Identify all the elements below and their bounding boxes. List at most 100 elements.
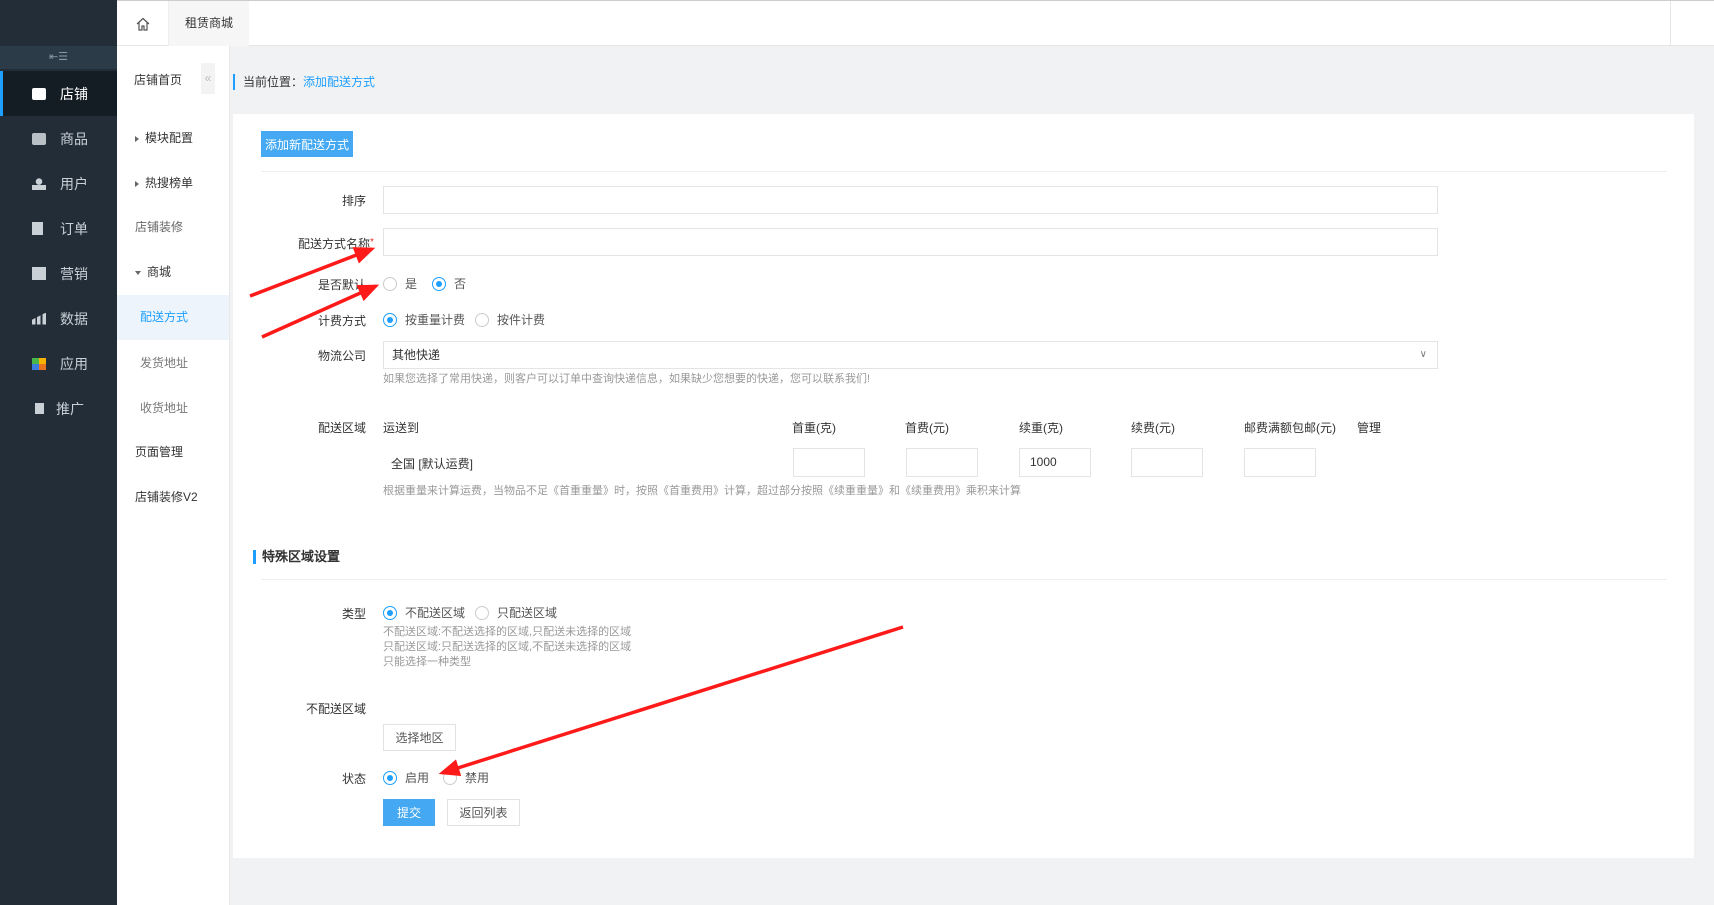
type-help-2: 只配送区域:只配送选择的区域,不配送未选择的区域: [383, 641, 632, 653]
caret-right-icon: [135, 135, 139, 142]
back-to-list-button[interactable]: 返回列表: [447, 799, 520, 826]
subnav-item-receive-address[interactable]: 收货地址: [117, 386, 229, 430]
column-header: 续重(克): [1019, 421, 1063, 435]
select-value: 其他快递: [392, 348, 441, 362]
area-help: 根据重量来计算运费，当物品不足《首重重量》时，按照《首重费用》计算，超过部分按照…: [383, 485, 1021, 497]
subnav-item-pages[interactable]: 页面管理: [117, 430, 229, 474]
sidebar-item-users[interactable]: 用户: [0, 161, 117, 206]
radio-label: 否: [454, 277, 467, 291]
sidebar-item-orders[interactable]: 订单: [0, 206, 117, 251]
sidebar-item-label: 商品: [60, 130, 88, 147]
extra-weight-input[interactable]: 1000: [1019, 448, 1091, 477]
home-tab[interactable]: [117, 1, 169, 46]
type-no-deliver-radio[interactable]: 不配送区域: [383, 604, 465, 621]
column-header: 运送到: [383, 421, 420, 435]
type-help-3: 只能选择一种类型: [383, 656, 471, 668]
sort-input[interactable]: [383, 186, 1438, 214]
shop-icon: [32, 87, 46, 100]
radio-label: 按重量计费: [405, 313, 466, 327]
submit-button[interactable]: 提交: [383, 799, 435, 826]
add-delivery-method-button[interactable]: 添加新配送方式: [261, 131, 353, 157]
status-disabled-radio[interactable]: 禁用: [443, 769, 489, 786]
radio-label: 只配送区域: [497, 606, 558, 620]
menu-fold-icon: ⇤☰: [48, 51, 69, 63]
type-only-deliver-radio[interactable]: 只配送区域: [475, 604, 557, 621]
sidebar-item-label: 营销: [60, 265, 88, 282]
sidebar-toggle-button[interactable]: ⇤☰: [0, 46, 117, 69]
gift-icon: [32, 267, 46, 280]
divider: [261, 579, 1667, 580]
sidebar-item-label: 用户: [60, 175, 88, 192]
tab-rental-mall[interactable]: 租赁商城: [169, 1, 249, 46]
radio-circle: [383, 312, 397, 327]
radio-label: 按件计费: [497, 313, 546, 327]
default-label: 是否默认: [317, 278, 366, 292]
radio-circle: [443, 770, 457, 785]
divider: [1670, 1, 1671, 46]
radio-circle: [432, 276, 446, 291]
sort-label: 排序: [341, 194, 366, 208]
sidebar-item-marketing[interactable]: 营销: [0, 251, 117, 296]
status-label: 状态: [341, 772, 366, 786]
company-select[interactable]: 其他快递 ∨: [383, 341, 1438, 369]
sidebar-item-label: 店铺: [60, 85, 88, 102]
billing-label: 计费方式: [317, 314, 366, 328]
sidebar-item-label: 数据: [60, 310, 88, 327]
first-weight-input[interactable]: [793, 448, 865, 477]
column-header: 续费(元): [1131, 421, 1175, 435]
main-sidebar: ⇤☰ 店铺 商品 用户 订单 营销 数据 应用 推广: [0, 0, 117, 905]
default-no-radio[interactable]: 否: [432, 275, 466, 292]
subnav-item-mall[interactable]: 商城: [117, 250, 229, 294]
promote-icon: [35, 403, 44, 414]
radio-circle: [475, 605, 489, 620]
subnav-item-ship-address[interactable]: 发货地址: [117, 341, 229, 385]
divider: [261, 171, 1667, 172]
caret-down-icon: [135, 270, 141, 275]
subnav-label: 模块配置: [145, 131, 194, 145]
radio-label: 不配送区域: [405, 606, 466, 620]
sidebar-item-goods[interactable]: 商品: [0, 116, 117, 161]
sidebar-item-promote[interactable]: 推广: [0, 386, 117, 431]
breadcrumb: 当前位置：添加配送方式: [233, 74, 375, 90]
column-header: 首费(元): [905, 421, 949, 435]
chevron-left-icon: «: [204, 71, 212, 85]
breadcrumb-label: 当前位置：: [243, 75, 304, 89]
select-region-button[interactable]: 选择地区: [383, 724, 456, 751]
type-label: 类型: [341, 607, 366, 621]
sidebar-item-label: 推广: [56, 400, 84, 417]
free-threshold-input[interactable]: [1244, 448, 1316, 477]
area-region: 全国 [默认运费]: [391, 457, 474, 471]
column-header: 邮费满额包邮(元): [1244, 421, 1336, 435]
breadcrumb-current[interactable]: 添加配送方式: [303, 75, 375, 89]
billing-weight-radio[interactable]: 按重量计费: [383, 311, 465, 328]
subnav-item-decoration-v2[interactable]: 店铺装修V2: [117, 475, 229, 519]
required-mark: *: [370, 237, 374, 248]
default-yes-radio[interactable]: 是: [383, 275, 417, 292]
subnav-item-delivery[interactable]: 配送方式: [117, 295, 229, 340]
radio-circle: [383, 770, 397, 785]
delivery-name-input[interactable]: [383, 228, 1438, 256]
sidebar-item-shop[interactable]: 店铺: [0, 71, 117, 116]
order-icon: [32, 222, 43, 235]
sidebar-item-apps[interactable]: 应用: [0, 341, 117, 386]
sidebar-item-label: 订单: [60, 220, 88, 237]
subnav-label: 热搜榜单: [145, 176, 194, 190]
area-label: 配送区域: [317, 421, 366, 435]
first-fee-input[interactable]: [906, 448, 978, 477]
sidebar-item-label: 应用: [60, 355, 88, 372]
subnav-item-decoration[interactable]: 店铺装修: [117, 205, 229, 249]
status-enabled-radio[interactable]: 启用: [383, 769, 429, 786]
subnav-label: 商城: [147, 265, 172, 279]
company-label: 物流公司: [317, 349, 366, 363]
name-label: 配送方式名称: [297, 237, 370, 251]
column-header: 管理: [1357, 421, 1382, 435]
tab-bar: 租赁商城: [117, 0, 1714, 46]
subnav-item-hot-search[interactable]: 热搜榜单: [117, 161, 229, 205]
sidebar-item-data[interactable]: 数据: [0, 296, 117, 341]
extra-fee-input[interactable]: [1131, 448, 1203, 477]
collapse-button[interactable]: «: [201, 63, 215, 94]
subnav-item-module[interactable]: 模块配置: [117, 116, 229, 160]
radio-circle: [383, 276, 397, 291]
billing-piece-radio[interactable]: 按件计费: [475, 311, 545, 328]
goods-icon: [32, 132, 46, 145]
